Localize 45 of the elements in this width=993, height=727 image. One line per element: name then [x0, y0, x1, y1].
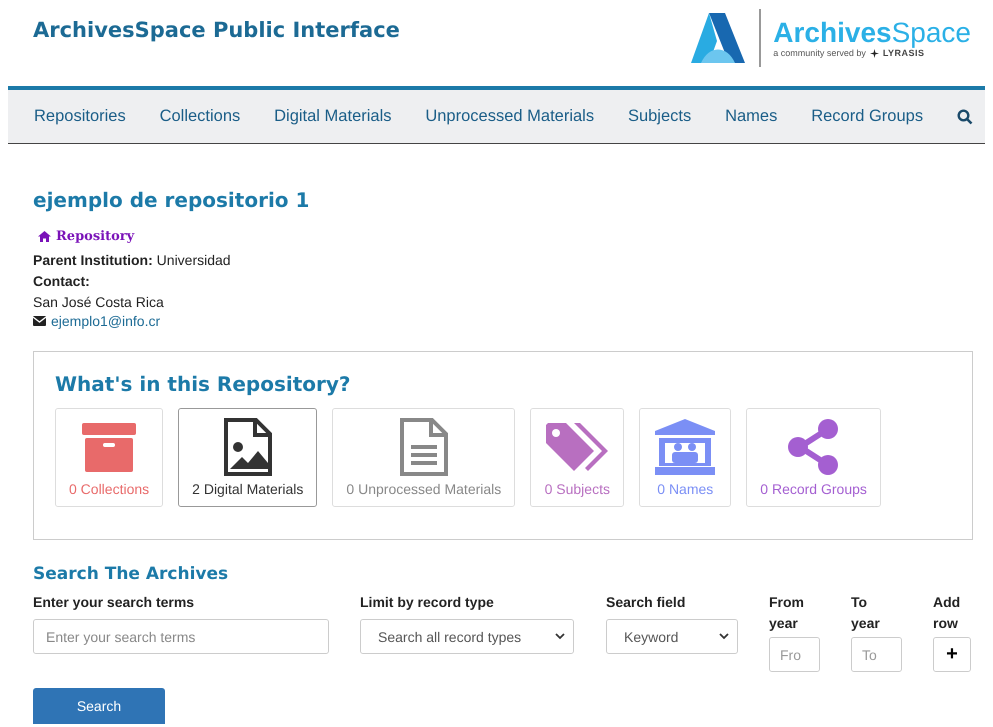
record-count-card[interactable]: 0 Record Groups	[746, 408, 881, 507]
chevron-down-icon	[555, 633, 565, 640]
nav-link[interactable]: Collections	[160, 107, 240, 126]
to-year-field[interactable]: To	[851, 637, 902, 672]
record-count-card[interactable]: 2 Digital Materials	[178, 408, 318, 507]
record-count-card[interactable]: 0 Subjects	[530, 408, 624, 507]
nav-link[interactable]: Digital Materials	[274, 107, 392, 126]
contact-label: Contact:	[33, 272, 91, 291]
nav-link[interactable]: Repositories	[34, 107, 126, 126]
panel-title: What's in this Repository?	[55, 372, 352, 396]
email-link[interactable]: ejemplo1@info.cr	[51, 313, 160, 329]
search-icon[interactable]	[956, 108, 973, 124]
add-row-button[interactable]: +	[933, 637, 971, 672]
record-count-card[interactable]: 0 Unprocessed Materials	[332, 408, 516, 507]
search-terms-field[interactable]: Enter your search terms	[33, 619, 329, 654]
contact-address: San José Costa Rica	[33, 293, 165, 312]
record-type-select[interactable]: Search all record types	[360, 619, 574, 654]
logo-tagline: a community served by	[773, 48, 866, 58]
logo-wordmark: ArchivesSpace	[773, 18, 971, 48]
record-count-card[interactable]: 0 Collections	[55, 408, 164, 507]
parent-institution: Parent Institution: Universidad	[33, 251, 232, 270]
search-button[interactable]: Search	[33, 688, 165, 724]
building-icon	[653, 417, 718, 477]
record-type-label: Repository	[56, 229, 134, 244]
chevron-down-icon	[719, 633, 729, 640]
repository-title: ejemplo de repositorio 1	[33, 188, 310, 212]
field-label: Search field	[606, 593, 686, 612]
search-field-select[interactable]: Keyword	[606, 619, 738, 654]
field-label: To year	[851, 593, 881, 633]
search-title: Search The Archives	[33, 564, 230, 584]
nav-link[interactable]: Subjects	[628, 107, 692, 126]
field-label: Add row	[933, 593, 962, 633]
envelope-icon	[33, 316, 46, 326]
field-label: Limit by record type	[360, 593, 495, 612]
partner-name: LYRASIS	[882, 48, 925, 58]
from-year-field[interactable]: Fro	[769, 637, 820, 672]
nav-link[interactable]: Unprocessed Materials	[425, 107, 594, 126]
field-label: Enter your search terms	[33, 593, 196, 612]
nav-link[interactable]: Record Groups	[811, 107, 924, 126]
field-label: From year	[769, 593, 805, 633]
cross-star-icon	[870, 48, 879, 58]
nav-link[interactable]: Names	[725, 107, 778, 126]
logo-mark-icon	[691, 13, 748, 63]
site-title[interactable]: ArchivesSpace Public Interface	[33, 18, 400, 42]
home-icon	[38, 231, 51, 242]
